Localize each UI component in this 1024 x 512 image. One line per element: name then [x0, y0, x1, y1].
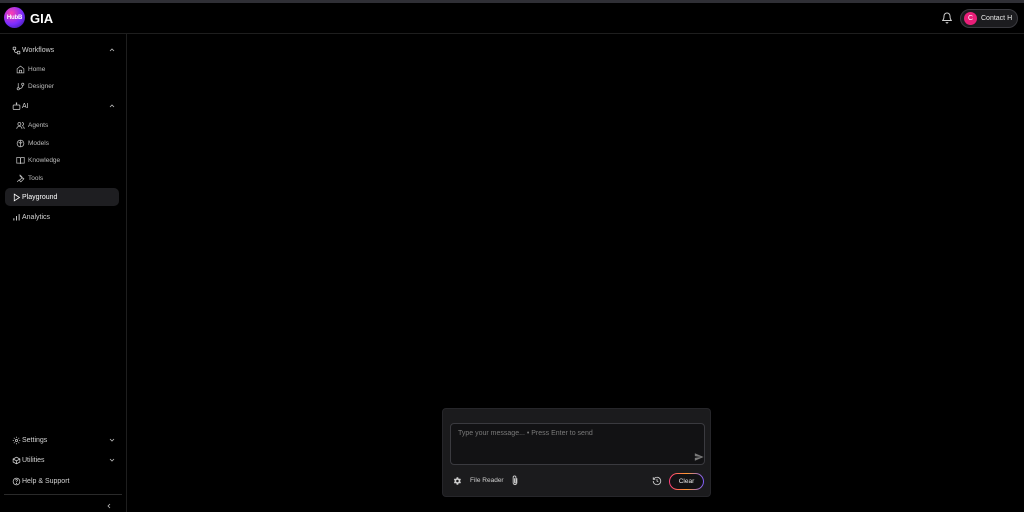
sidebar-item-label: Tools — [28, 174, 44, 182]
sidebar-group-label: Settings — [22, 436, 48, 444]
sidebar-item-label: Models — [28, 139, 49, 147]
user-menu-button[interactable]: C Contact H — [960, 9, 1018, 28]
bell-icon[interactable] — [941, 12, 953, 24]
play-icon — [12, 192, 21, 202]
sidebar-divider — [4, 494, 122, 495]
help-icon — [12, 477, 21, 486]
avatar: C — [964, 12, 977, 25]
paperclip-icon[interactable] — [511, 475, 519, 486]
sidebar-item-label: Designer — [28, 82, 55, 90]
sidebar-group-workflows[interactable]: Workflows — [0, 42, 127, 58]
chevron-down-icon[interactable] — [108, 456, 116, 464]
user-name: Contact H — [981, 15, 1013, 22]
sidebar-item-analytics[interactable]: Analytics — [0, 209, 127, 225]
sidebar-item-label: Help & Support — [22, 477, 70, 485]
gear-icon[interactable] — [452, 476, 462, 486]
chevron-up-icon[interactable] — [108, 46, 116, 54]
sidebar-item-playground[interactable]: Playground — [5, 188, 119, 206]
workflows-icon — [12, 46, 21, 55]
designer-icon — [16, 82, 25, 91]
clear-button[interactable]: Clear — [669, 473, 704, 490]
collapse-sidebar-icon[interactable] — [105, 502, 113, 510]
package-icon — [12, 456, 21, 465]
chevron-up-icon[interactable] — [108, 102, 116, 110]
sidebar-item-knowledge[interactable]: Knowledge — [0, 152, 127, 168]
file-reader-button[interactable]: File Reader — [470, 477, 504, 484]
app-header: HubB GIA C Contact H — [0, 3, 1024, 34]
home-icon — [16, 65, 25, 74]
gear-icon — [12, 436, 21, 445]
chevron-down-icon[interactable] — [108, 436, 116, 444]
sidebar-item-label: Agents — [28, 121, 49, 129]
sidebar-group-ai[interactable]: AI — [0, 98, 127, 114]
sidebar-item-models[interactable]: Models — [0, 135, 127, 151]
sidebar-item-help[interactable]: Help & Support — [0, 473, 127, 489]
sidebar-item-designer[interactable]: Designer — [0, 78, 127, 94]
message-input[interactable] — [451, 424, 704, 464]
sidebar-item-home[interactable]: Home — [0, 61, 127, 77]
sidebar-group-utilities[interactable]: Utilities — [0, 452, 127, 468]
models-icon — [16, 139, 25, 148]
sidebar-item-label: Home — [28, 65, 46, 73]
book-icon — [16, 156, 25, 165]
sidebar-item-label: Knowledge — [28, 156, 61, 164]
sidebar-group-label: AI — [22, 102, 29, 110]
app-title: GIA — [30, 11, 54, 26]
agents-icon — [16, 121, 25, 130]
wrench-icon — [16, 173, 25, 183]
ai-icon — [12, 101, 21, 111]
sidebar-item-label: Analytics — [22, 213, 51, 221]
sidebar-group-label: Workflows — [22, 46, 55, 54]
app-logo-text: HubB — [6, 14, 23, 21]
sidebar: Workflows Home Designer AI Agents Models… — [0, 34, 127, 512]
sidebar-item-tools[interactable]: Tools — [0, 170, 127, 186]
sidebar-group-settings[interactable]: Settings — [0, 432, 127, 448]
app-logo[interactable]: HubB — [4, 7, 25, 28]
sidebar-item-agents[interactable]: Agents — [0, 117, 127, 133]
sidebar-item-label: Playground — [22, 193, 58, 201]
sidebar-group-label: Utilities — [22, 456, 45, 464]
message-input-box[interactable] — [450, 423, 705, 465]
history-icon[interactable] — [652, 476, 662, 486]
bar-chart-icon — [12, 213, 21, 222]
send-icon[interactable] — [694, 452, 704, 462]
